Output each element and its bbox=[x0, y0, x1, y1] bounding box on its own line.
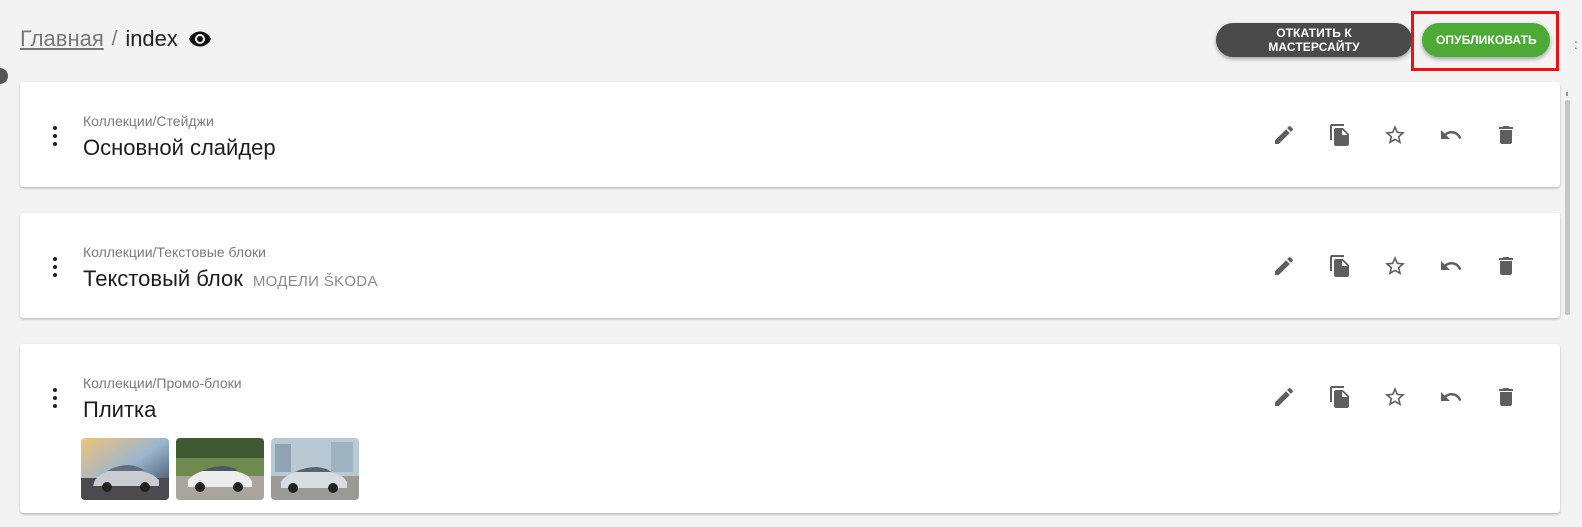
undo-icon[interactable] bbox=[1439, 123, 1463, 147]
block-actions bbox=[1272, 385, 1550, 409]
block-info: Коллекции/Стейджи Основной слайдер bbox=[83, 113, 276, 161]
edit-icon[interactable] bbox=[1272, 254, 1296, 278]
breadcrumb: Главная / index bbox=[20, 26, 212, 52]
undo-icon[interactable] bbox=[1439, 385, 1463, 409]
copy-icon[interactable] bbox=[1328, 385, 1352, 409]
block-card: Коллекции/Текстовые блоки Текстовый блок… bbox=[20, 213, 1560, 318]
car-thumbnail-2[interactable] bbox=[176, 438, 264, 500]
undo-icon[interactable] bbox=[1439, 254, 1463, 278]
star-icon[interactable] bbox=[1383, 123, 1407, 147]
eye-icon[interactable] bbox=[188, 27, 212, 51]
delete-icon[interactable] bbox=[1494, 123, 1518, 147]
block-title-row: Плитка bbox=[83, 397, 242, 423]
delete-icon[interactable] bbox=[1494, 254, 1518, 278]
breadcrumb-separator: / bbox=[111, 27, 118, 50]
block-actions bbox=[1272, 254, 1550, 278]
star-icon[interactable] bbox=[1383, 385, 1407, 409]
scrollbar-arrow[interactable] bbox=[1566, 92, 1568, 96]
copy-icon[interactable] bbox=[1328, 254, 1352, 278]
edge-mark: : bbox=[1574, 36, 1578, 52]
block-title-row: Основной слайдер bbox=[83, 135, 276, 161]
star-icon[interactable] bbox=[1383, 254, 1407, 278]
block-thumbnails bbox=[81, 438, 366, 500]
block-title: Плитка bbox=[83, 397, 157, 422]
rollback-to-mastersite-button[interactable]: ОТКАТИТЬ К МАСТЕРСАЙТУ bbox=[1216, 23, 1412, 57]
block-path: Коллекции/Текстовые блоки bbox=[83, 244, 266, 260]
scrollbar-thumb[interactable] bbox=[1565, 100, 1570, 315]
block-card: Коллекции/Промо-блоки Плитка bbox=[20, 344, 1560, 513]
more-vert-icon[interactable] bbox=[48, 257, 62, 277]
car-thumbnail-3[interactable] bbox=[271, 438, 359, 500]
edit-icon[interactable] bbox=[1272, 123, 1296, 147]
block-title: Текстовый блок bbox=[83, 266, 243, 291]
publish-button[interactable]: ОПУБЛИКОВАТЬ bbox=[1422, 23, 1550, 57]
side-toggle-dot[interactable] bbox=[0, 68, 8, 84]
edit-icon[interactable] bbox=[1272, 385, 1296, 409]
block-info: Коллекции/Текстовые блоки Текстовый блок… bbox=[83, 244, 378, 292]
block-title: Основной слайдер bbox=[83, 135, 276, 160]
top-bar: Главная / index ОТКАТИТЬ К МАСТЕРСАЙТУ О… bbox=[0, 0, 1582, 84]
block-info: Коллекции/Промо-блоки Плитка bbox=[83, 375, 242, 423]
block-card: Коллекции/Стейджи Основной слайдер bbox=[20, 82, 1560, 187]
block-path: Коллекции/Стейджи bbox=[83, 113, 214, 129]
breadcrumb-home-link[interactable]: Главная bbox=[20, 26, 104, 52]
car-thumbnail-1[interactable] bbox=[81, 438, 169, 500]
block-path: Коллекции/Промо-блоки bbox=[83, 375, 242, 391]
block-actions bbox=[1272, 123, 1550, 147]
delete-icon[interactable] bbox=[1494, 385, 1518, 409]
more-vert-icon[interactable] bbox=[48, 126, 62, 146]
block-title-row: Текстовый блок МОДЕЛИ ŠKODA bbox=[83, 266, 378, 292]
block-subtitle: МОДЕЛИ ŠKODA bbox=[252, 273, 378, 290]
breadcrumb-current-page: index bbox=[125, 26, 178, 51]
more-vert-icon[interactable] bbox=[48, 388, 62, 408]
copy-icon[interactable] bbox=[1328, 123, 1352, 147]
